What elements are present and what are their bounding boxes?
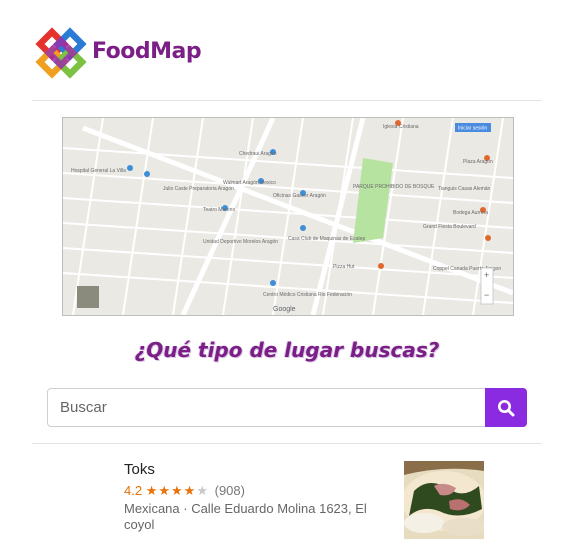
header-divider [32, 100, 542, 101]
street-view-thumbnail[interactable] [77, 286, 99, 308]
map-view[interactable]: Hospital General La Villa Chedraui Aragó… [62, 117, 514, 316]
rating-value: 4.2 [124, 483, 143, 498]
map-label: Teatro Moreno [203, 207, 235, 213]
google-logo: Google [273, 306, 296, 313]
result-photo[interactable] [404, 461, 484, 539]
map-label: PARQUE PROHIBIDO DE BOSQUE [353, 184, 435, 190]
review-count: (908) [214, 483, 245, 498]
app-name: FoodMap [92, 39, 202, 64]
map-label: Julio Caste Preparatoria Aragón [163, 186, 234, 192]
map-label: Bodega Aurrera [453, 210, 488, 216]
search-bar [47, 388, 527, 427]
food-photo-image [404, 461, 484, 539]
header-logo[interactable]: FoodMap [30, 22, 202, 84]
search-icon [498, 399, 515, 416]
map-signin-label: Iniciar sesión [458, 126, 487, 132]
result-rating: 4.2 ★★★★★ (908) [124, 483, 245, 499]
map-label: Chedraui Aragón [239, 151, 277, 157]
map-label: Tianguis Casas Alemán [438, 186, 491, 192]
map-label: Centro Médico Cristiana Rio Federación [263, 292, 352, 298]
result-address: Mexicana · Calle Eduardo Molina 1623, El… [124, 501, 367, 532]
star-filled-icon: ★★★★ [145, 483, 197, 498]
results-divider [32, 443, 542, 444]
map-label: Grand Fiesta Boulevard [423, 224, 476, 230]
map-label: Oficinas Gasver Aragón [273, 193, 326, 199]
map-label: Casa Club de Maquinas de Ecatep [288, 236, 365, 242]
zoom-out-icon[interactable]: − [484, 290, 489, 300]
page-question-heading: ¿Qué tipo de lugar buscas? [134, 338, 440, 362]
map-label: Unidad Deportivo Morelos Aragón [203, 239, 278, 245]
result-item[interactable]: Toks 4.2 ★★★★★ (908) Mexicana · Calle Ed… [0, 455, 574, 539]
search-button[interactable] [485, 388, 527, 427]
map-label: Hospital General La Villa [71, 168, 126, 174]
search-input[interactable] [47, 388, 487, 427]
map-canvas[interactable]: Hospital General La Villa Chedraui Aragó… [63, 118, 513, 315]
map-label: Pizza Hut [333, 264, 355, 270]
foodmap-logo-icon [35, 27, 87, 79]
zoom-in-icon[interactable]: + [484, 270, 489, 280]
map-label: Plaza Aragón [463, 159, 493, 165]
map-label: Iglesia Cristiana [383, 124, 419, 130]
star-empty-icon: ★ [196, 483, 208, 498]
result-name[interactable]: Toks [124, 461, 155, 478]
